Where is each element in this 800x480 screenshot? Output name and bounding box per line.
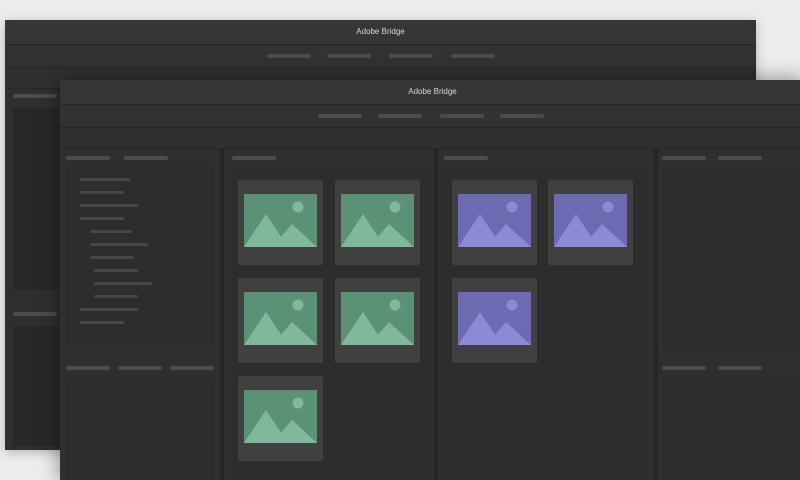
preview-tab[interactable] — [662, 156, 706, 160]
filter-tab[interactable] — [66, 366, 110, 370]
back-menu-item[interactable] — [389, 54, 433, 58]
favorites-tab[interactable] — [124, 156, 168, 160]
keywords-tab[interactable] — [718, 366, 762, 370]
tree-item[interactable] — [94, 269, 138, 272]
back-menu-item[interactable] — [267, 54, 311, 58]
image-icon — [554, 194, 627, 247]
metadata-tab[interactable] — [662, 366, 706, 370]
content-grid — [444, 168, 648, 480]
image-icon — [458, 292, 531, 345]
thumbnail-green[interactable] — [238, 376, 323, 461]
tree-item[interactable] — [90, 256, 134, 259]
menu-item-2[interactable] — [378, 114, 422, 118]
front-window-title: Adobe Bridge — [60, 80, 800, 105]
back-filter-panel — [13, 326, 59, 446]
tree-item[interactable] — [80, 191, 124, 194]
back-window-menubar — [5, 45, 756, 68]
menu-item-4[interactable] — [500, 114, 544, 118]
back-menu-item[interactable] — [451, 54, 495, 58]
tree-item[interactable] — [80, 204, 138, 207]
back-folders-panel — [13, 108, 59, 290]
menu-item-3[interactable] — [440, 114, 484, 118]
thumbnail-green[interactable] — [238, 180, 323, 265]
export-tab[interactable] — [170, 366, 214, 370]
tree-item[interactable] — [94, 282, 152, 285]
left-column — [60, 148, 220, 480]
content-grid — [232, 168, 432, 480]
content-tab[interactable] — [444, 156, 488, 160]
folders-tree — [66, 166, 214, 344]
back-panel-tab[interactable] — [13, 94, 57, 98]
content-tab[interactable] — [232, 156, 276, 160]
tree-item[interactable] — [90, 230, 132, 233]
thumbnail-green[interactable] — [335, 278, 420, 363]
publish-tab[interactable] — [718, 156, 762, 160]
folders-tab[interactable] — [66, 156, 110, 160]
menu-item-1[interactable] — [318, 114, 362, 118]
preview-panel — [662, 168, 800, 346]
content-pane-purple — [438, 148, 654, 480]
back-panel-tab[interactable] — [13, 312, 57, 316]
thumbnail-purple[interactable] — [452, 278, 537, 363]
tree-item[interactable] — [90, 243, 148, 246]
tree-item[interactable] — [80, 321, 124, 324]
thumbnail-purple[interactable] — [452, 180, 537, 265]
content-pane-green — [224, 148, 434, 480]
front-window-toolbar — [60, 128, 800, 149]
tree-item[interactable] — [94, 295, 138, 298]
image-icon — [244, 194, 317, 247]
image-icon — [458, 194, 531, 247]
tree-item[interactable] — [80, 178, 130, 181]
metadata-panel — [662, 380, 800, 480]
image-icon — [244, 292, 317, 345]
front-window: Adobe Bridge — [60, 80, 800, 480]
right-column — [658, 148, 800, 480]
thumbnail-green[interactable] — [335, 180, 420, 265]
image-icon — [244, 390, 317, 443]
collections-tab[interactable] — [118, 366, 162, 370]
tree-item[interactable] — [80, 308, 138, 311]
thumbnail-green[interactable] — [238, 278, 323, 363]
thumbnail-purple[interactable] — [548, 180, 633, 265]
tree-item[interactable] — [80, 217, 124, 220]
filter-panel — [66, 380, 214, 480]
image-icon — [341, 292, 414, 345]
front-window-menubar — [60, 105, 800, 128]
back-window-title: Adobe Bridge — [5, 20, 756, 45]
back-menu-item[interactable] — [327, 54, 371, 58]
image-icon — [341, 194, 414, 247]
